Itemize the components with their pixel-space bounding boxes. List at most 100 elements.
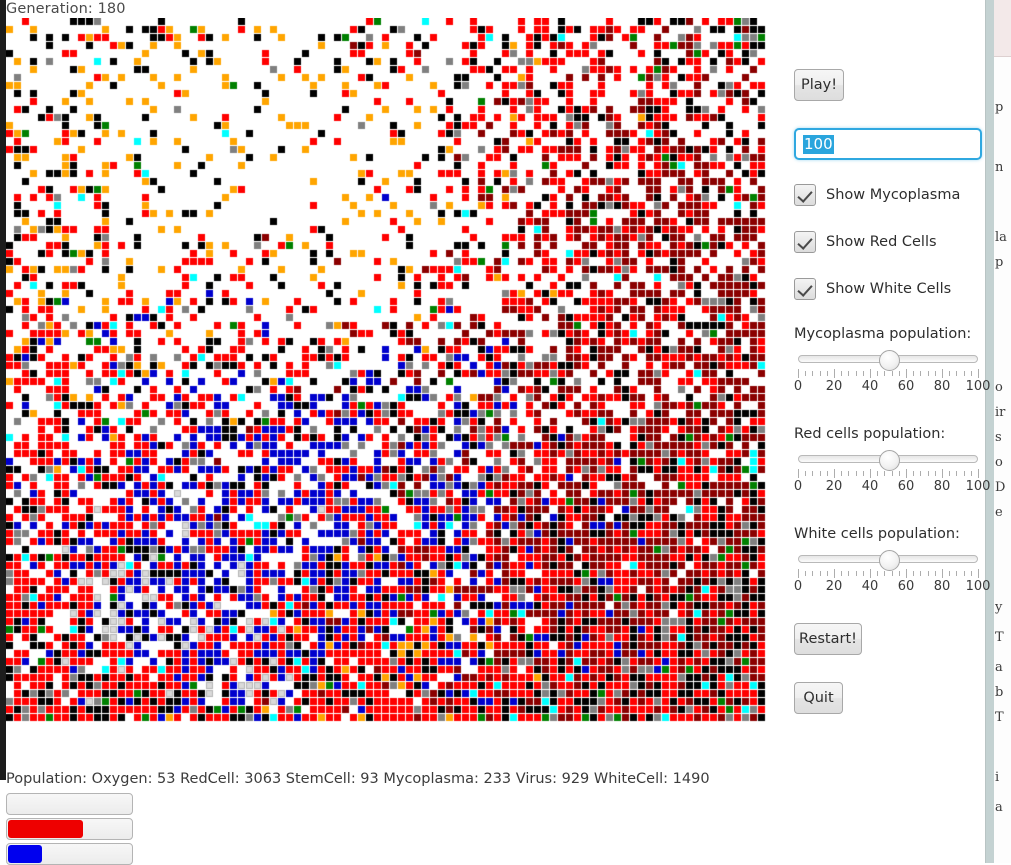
slider-tick [877,571,879,576]
slider-tick [949,471,951,476]
background-window-right-edge: p n la p o ir s o De y Ta b Ti a [985,0,1011,863]
quit-button[interactable]: Quit [794,682,843,714]
slider-tick [834,469,835,478]
slider-tick-label: 40 [861,479,879,494]
slider-tick [798,369,799,378]
window-left-edge [0,0,6,780]
slider-title-mycoplasma: Mycoplasma population: [794,326,972,342]
checkbox-row-show-red-cells[interactable]: Show Red Cells [794,230,937,254]
slider-tick [927,471,929,476]
slider-thumb-mycoplasma[interactable] [878,350,900,371]
slider-group-white-cells: White cells population: 0 20 40 60 80 100 [794,526,991,597]
slider-tick-label: 40 [861,579,879,594]
slider-tick [848,571,850,576]
control-panel: Play! 100 Show Mycoplasma Show Red Cells… [794,0,991,863]
slider-tick [927,571,929,576]
slider-tick [812,571,814,576]
slider-tick-label: 100 [965,479,991,494]
slider-red-cells[interactable] [794,450,982,471]
slider-tick [798,469,799,478]
redcell-progress-fill [8,820,83,838]
slider-tick [812,471,814,476]
slider-tick [942,369,943,378]
slider-scale-red-cells: 0 20 40 60 80 100 [794,479,991,497]
slider-tick [884,471,886,476]
slider-tick-label: 60 [897,479,915,494]
slider-tick [805,371,807,376]
slider-tick [934,471,936,476]
slider-white-cells[interactable] [794,550,982,571]
background-text-fragment: T [995,630,1004,645]
cell-simulation-window: Generation: 180 Play! 100 Show Mycoplasm… [0,0,991,865]
slider-tick [848,371,850,376]
checkbox-row-show-white-cells[interactable]: Show White Cells [794,277,951,301]
simulation-grid-canvas[interactable] [6,18,767,723]
population-status-text: Population: Oxygen: 53 RedCell: 3063 Ste… [6,771,710,787]
slider-ticks-white-cells [794,569,982,578]
checkmark-icon[interactable] [794,231,816,253]
generation-count-input[interactable]: 100 [794,128,982,160]
background-text-fragment: e [995,505,1003,520]
slider-tick-label: 40 [861,379,879,394]
slider-tick [877,371,879,376]
generation-count-input-value: 100 [803,134,834,154]
slider-tick-label: 80 [933,579,951,594]
slider-tick [906,369,907,378]
slider-tick-label: 20 [825,379,843,394]
slider-tick-label: 100 [965,379,991,394]
whitecell-progress-fill [8,845,42,863]
slider-tick [834,369,835,378]
restart-button[interactable]: Restart! [794,623,862,655]
checkbox-label-show-red-cells: Show Red Cells [826,234,937,250]
checkmark-icon[interactable] [794,184,816,206]
checkbox-row-show-mycoplasma[interactable]: Show Mycoplasma [794,183,960,207]
slider-tick [963,471,965,476]
slider-title-white-cells: White cells population: [794,526,960,542]
slider-thumb-white-cells[interactable] [878,550,900,571]
slider-tick [942,569,943,578]
slider-tick [934,371,936,376]
slider-tick [891,471,893,476]
background-text-fragment: la [995,230,1007,245]
slider-tick [862,571,864,576]
slider-tick [949,571,951,576]
slider-tick [956,571,958,576]
redcell-progress-bar [6,818,133,840]
slider-mycoplasma[interactable] [794,350,982,371]
slider-scale-mycoplasma: 0 20 40 60 80 100 [794,379,991,397]
slider-tick-label: 80 [933,379,951,394]
background-text-fragment: i [995,770,1000,785]
play-button[interactable]: Play! [794,69,844,101]
whitecell-progress-bar [6,843,133,865]
background-text-fragment: n [995,160,1004,175]
background-text-fragment: a [995,660,1003,675]
slider-tick-label: 60 [897,579,915,594]
slider-ticks-red-cells [794,469,982,478]
slider-tick [891,371,893,376]
slider-title-red-cells: Red cells population: [794,426,946,442]
background-window-toolbar [994,0,1011,57]
slider-tick [848,471,850,476]
slider-tick [862,371,864,376]
checkbox-label-show-mycoplasma: Show Mycoplasma [826,187,961,203]
slider-group-mycoplasma: Mycoplasma population: 0 20 40 60 80 100 [794,326,991,397]
slider-tick [819,471,821,476]
slider-tick [898,571,900,576]
slider-tick [978,569,979,578]
background-text-fragment: p [995,255,1004,270]
slider-tick [826,371,828,376]
slider-tick [855,471,857,476]
slider-tick [812,371,814,376]
slider-tick [978,369,979,378]
slider-tick [891,571,893,576]
slider-thumb-red-cells[interactable] [878,450,900,471]
simulation-grid[interactable] [6,18,767,723]
slider-tick [884,571,886,576]
slider-tick [841,471,843,476]
slider-tick [970,471,972,476]
slider-tick [855,571,857,576]
background-text-fragment: p [995,100,1004,115]
checkmark-icon[interactable] [794,278,816,300]
slider-tick [927,371,929,376]
slider-tick [920,371,922,376]
